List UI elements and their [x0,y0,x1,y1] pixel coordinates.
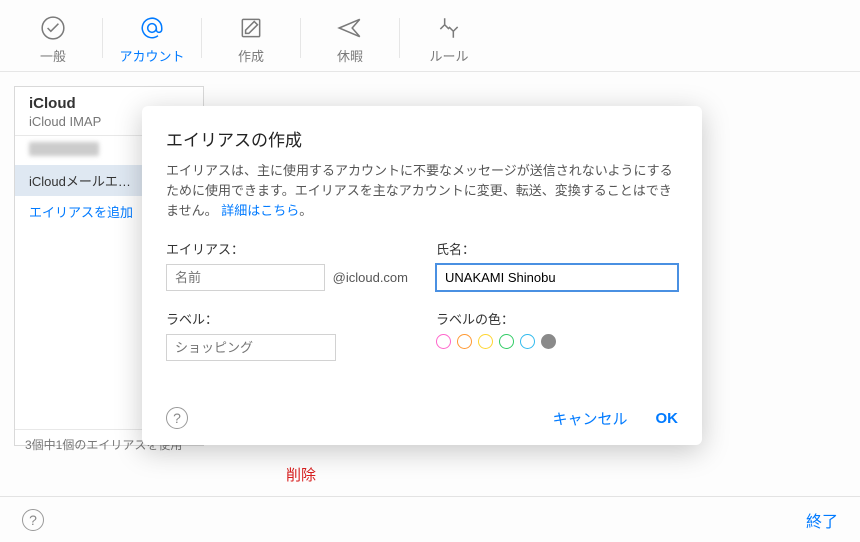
check-circle-icon [39,14,67,42]
toolbar-item-general[interactable]: 一般 [8,8,98,65]
learn-more-link[interactable]: 詳細はこちら [221,203,299,218]
compose-icon [237,14,265,42]
toolbar-separator [300,18,301,58]
rules-icon [435,14,463,42]
toolbar: 一般 アカウント 作成 休暇 ルール [0,0,860,72]
color-swatch[interactable] [520,334,535,349]
fullname-label: 氏名： [436,239,678,258]
sidebar-row-label: iCloudメールエ… [29,174,131,189]
label-input[interactable] [166,334,336,361]
color-swatch[interactable] [478,334,493,349]
dialog-description: エイリアスは、主に使用するアカウントに不要なメッセージが送信されないようにするた… [166,161,678,221]
color-swatches [436,334,678,349]
form-col-right: 氏名： ラベルの色： [436,239,678,361]
toolbar-separator [399,18,400,58]
toolbar-label: 一般 [40,46,66,65]
toolbar-label: 作成 [238,46,264,65]
redacted-text [29,142,99,156]
color-swatch[interactable] [457,334,472,349]
dialog-description-suffix: 。 [299,203,312,218]
color-swatch[interactable] [436,334,451,349]
done-button[interactable]: 終了 [806,508,838,532]
alias-label: エイリアス： [166,239,408,258]
create-alias-dialog: エイリアスの作成 エイリアスは、主に使用するアカウントに不要なメッセージが送信さ… [142,106,702,445]
sidebar-row-label: エイリアスを追加 [29,205,133,220]
label-label: ラベル： [166,309,408,328]
form-col-left: エイリアス： @icloud.com ラベル： [166,239,408,361]
help-icon[interactable]: ? [166,407,188,429]
toolbar-separator [201,18,202,58]
toolbar-item-vacation[interactable]: 休暇 [305,8,395,65]
ok-button[interactable]: OK [656,410,679,427]
alias-suffix: @icloud.com [329,270,408,285]
color-swatch[interactable] [541,334,556,349]
dialog-buttons: キャンセル OK [552,408,678,429]
toolbar-label: ルール [429,46,468,65]
alias-input-row: @icloud.com [166,264,408,291]
bottom-bar: ? 終了 [0,496,860,542]
color-label: ラベルの色： [436,309,678,328]
dialog-footer: ? キャンセル OK [166,407,678,429]
toolbar-item-rules[interactable]: ルール [404,8,494,65]
cancel-button[interactable]: キャンセル [552,408,627,429]
toolbar-item-accounts[interactable]: アカウント [107,8,197,65]
toolbar-item-compose[interactable]: 作成 [206,8,296,65]
alias-input[interactable] [166,264,325,291]
airplane-icon [336,14,364,42]
toolbar-label: アカウント [119,46,184,65]
toolbar-separator [102,18,103,58]
at-sign-icon [138,14,166,42]
dialog-title: エイリアスの作成 [166,126,678,151]
delete-button[interactable]: 削除 [286,464,316,485]
color-swatch[interactable] [499,334,514,349]
toolbar-label: 休暇 [337,46,363,65]
dialog-form: エイリアス： @icloud.com ラベル： 氏名： ラベルの色： [166,239,678,361]
fullname-input[interactable] [436,264,678,291]
help-icon[interactable]: ? [22,509,44,531]
